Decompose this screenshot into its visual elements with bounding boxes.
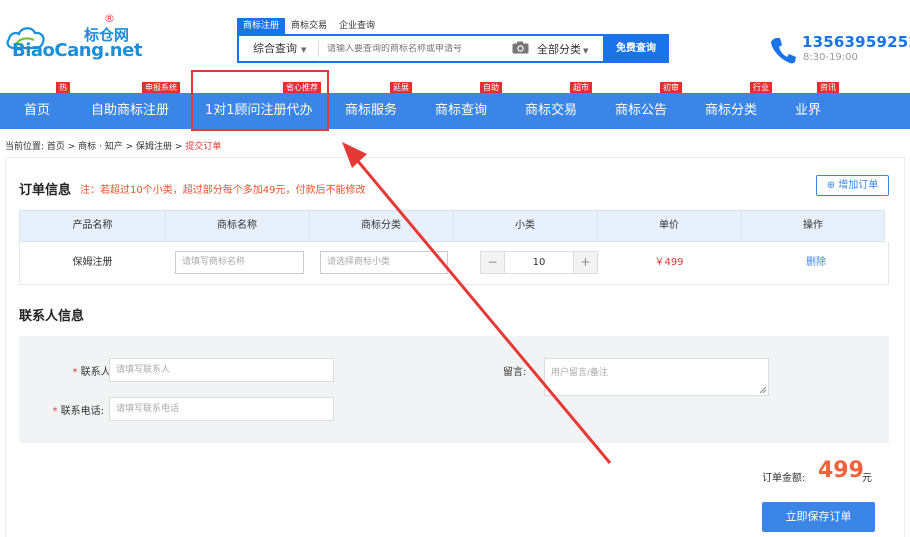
nav-item-services[interactable]: 商标服务 [345,93,397,129]
search-input[interactable] [319,43,509,54]
unit-price: ￥499 [654,257,684,268]
resize-grip-icon[interactable] [759,386,767,394]
nav-item-search[interactable]: 商标查询 [435,93,487,129]
nav-item-self-register[interactable]: 自助商标注册 [91,93,169,129]
nav-badge-hot: 热 [56,82,70,93]
message-label: 留言: [503,367,527,378]
nav-badge-system: 申报系统 [142,82,180,93]
column-header-action: 操作 [803,220,823,231]
caret-down-icon: ▼ [583,46,589,55]
search-category-select[interactable]: 全部分类 ▼ [531,41,603,57]
required-mark: * [52,406,58,417]
nav-item-classification[interactable]: 商标分类 [705,93,757,129]
column-header-class: 商标分类 [361,220,401,231]
nav-badge-market: 超市 [570,82,592,93]
search-scope-select[interactable]: 综合查询 ▼ [239,40,319,57]
hotline-number: 13563959252 [802,33,910,51]
order-note: 注：若超过10个小类，超过部分每个多加49元，付款后不能修改 [80,185,366,196]
total-amount: 499 [818,458,864,483]
save-order-button[interactable]: 立即保存订单 [762,502,875,532]
service-hours: 8:30-19:00 [803,52,858,63]
contact-section-title: 联系人信息 [19,309,85,324]
nav-badge-renewal: 延展 [390,82,412,93]
column-header-price: 单价 [659,220,679,231]
contact-phone-label: * 联系电话: [29,402,104,417]
main-nav: 首页 自助商标注册 1对1顾问注册代办 商标服务 商标查询 商标交易 商标公告 … [0,93,910,129]
brand-name-en: BiaoCang.net [12,40,142,61]
column-header-name: 商标名称 [217,220,257,231]
breadcrumb: 当前位置: 首页 > 商标 · 知产 > 保姆注册 > 提交订单 [5,139,221,152]
message-textarea[interactable]: 用户留言/备注 [544,358,769,396]
search-category-label: 全部分类 [537,42,581,56]
tab-company-query[interactable]: 企业查询 [333,18,381,34]
contact-phone-label-text: 联系电话: [60,406,104,417]
camera-icon[interactable] [509,41,531,57]
nav-badge-prelim: 初审 [660,82,682,93]
increment-button[interactable]: + [573,252,597,273]
nav-item-trade[interactable]: 商标交易 [525,93,577,129]
table-row: 保姆注册 请填写商标名称 请选择商标小类 − 10 + ￥499 删除 [19,242,889,285]
product-name-cell: 保姆注册 [72,257,113,268]
column-header-subclass: 小类 [515,220,535,231]
contact-phone-input[interactable]: 请填写联系电话 [109,397,334,421]
nav-badge-industry: 行业 [750,82,772,93]
highlight-annotation-box [191,70,329,131]
quantity-value[interactable]: 10 [505,252,573,273]
tab-trademark-register[interactable]: 商标注册 [237,18,286,34]
nav-badge-self: 自助 [480,82,502,93]
contact-name-label: * 联系人: [39,363,114,378]
required-mark: * [72,367,78,378]
registered-mark: ® [104,12,115,25]
delete-link[interactable]: 删除 [741,242,891,284]
search-scope-label: 综合查询 [253,41,297,55]
trademark-name-input[interactable]: 请填写商标名称 [175,251,304,274]
order-table-header: 产品名称 商标名称 商标分类 小类 单价 操作 [19,210,885,242]
plus-circle-icon: ⊕ [826,180,836,191]
breadcrumb-prefix: 当前位置: [5,142,45,152]
nav-badge-news: 资讯 [817,82,839,93]
add-order-button[interactable]: ⊕ 增加订单 [816,175,889,196]
nav-item-industry[interactable]: 业界 [795,93,821,129]
total-unit: 元 [862,473,872,484]
breadcrumb-path[interactable]: 首页 > 商标 · 知产 > 保姆注册 > [47,142,183,152]
caret-down-icon: ▼ [301,45,307,54]
message-placeholder: 用户留言/备注 [551,368,609,378]
contact-form: * 联系人: 请填写联系人 * 联系电话: 请填写联系电话 留言: 用户留言/备… [19,336,889,443]
trademark-class-select[interactable]: 请选择商标小类 [320,251,448,274]
search-button[interactable]: 免费查询 [603,34,669,63]
contact-name-input[interactable]: 请填写联系人 [109,358,334,382]
tab-trademark-trade[interactable]: 商标交易 [285,18,333,34]
search-box: 综合查询▼ 全部分类▼ 免费查询 [237,34,669,63]
site-logo[interactable]: 标仓网 ® BiaoCang.net [6,12,142,64]
column-header-product: 产品名称 [72,220,113,231]
nav-item-announcement[interactable]: 商标公告 [615,93,667,129]
add-order-label: 增加订单 [838,180,879,191]
quantity-stepper: − 10 + [480,251,598,274]
total-label: 订单金额: [762,473,806,484]
order-section-title: 订单信息 [19,183,72,198]
decrement-button[interactable]: − [481,252,505,273]
phone-icon [771,38,796,64]
breadcrumb-current: 提交订单 [185,142,222,152]
search-tabs: 商标注册 商标交易 企业查询 [237,18,381,34]
nav-item-home[interactable]: 首页 [24,93,50,129]
